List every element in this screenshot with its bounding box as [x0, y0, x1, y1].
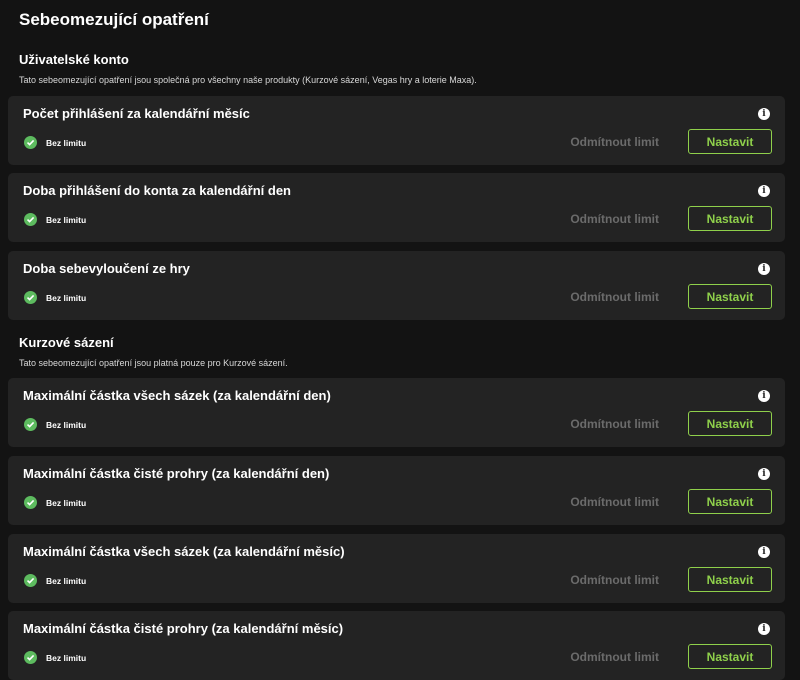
check-circle-icon — [24, 651, 37, 664]
limit-card-login-count: Počet přihlášení za kalendářní měsíc i B… — [8, 96, 785, 165]
limit-card-daily-stakes: Maximální částka všech sázek (za kalendá… — [8, 378, 785, 447]
set-limit-button[interactable]: Nastavit — [688, 644, 772, 669]
info-icon[interactable]: i — [758, 390, 770, 402]
decline-limit-link[interactable]: Odmítnout limit — [570, 135, 659, 149]
set-limit-button[interactable]: Nastavit — [688, 206, 772, 231]
set-limit-button[interactable]: Nastavit — [688, 284, 772, 309]
section-title-sports-betting: Kurzové sázení — [19, 335, 114, 350]
set-limit-button[interactable]: Nastavit — [688, 411, 772, 436]
card-title: Doba přihlášení do konta za kalendářní d… — [23, 183, 291, 198]
decline-limit-link[interactable]: Odmítnout limit — [570, 573, 659, 587]
limit-card-self-exclusion: Doba sebevyloučení ze hry i Bez limitu O… — [8, 251, 785, 320]
info-icon[interactable]: i — [758, 546, 770, 558]
info-icon[interactable]: i — [758, 263, 770, 275]
set-limit-button[interactable]: Nastavit — [688, 129, 772, 154]
status-row: Bez limitu — [24, 136, 86, 149]
status-label: Bez limitu — [46, 419, 87, 430]
set-limit-button[interactable]: Nastavit — [688, 567, 772, 592]
status-row: Bez limitu — [24, 496, 86, 509]
limit-card-login-duration: Doba přihlášení do konta za kalendářní d… — [8, 173, 785, 242]
status-label: Bez limitu — [46, 652, 87, 663]
decline-limit-link[interactable]: Odmítnout limit — [570, 290, 659, 304]
limit-card-monthly-stakes: Maximální částka všech sázek (za kalendá… — [8, 534, 785, 603]
set-limit-button[interactable]: Nastavit — [688, 489, 772, 514]
card-title: Počet přihlášení za kalendářní měsíc — [23, 106, 250, 121]
decline-limit-link[interactable]: Odmítnout limit — [570, 417, 659, 431]
limit-card-monthly-net-loss: Maximální částka čisté prohry (za kalend… — [8, 611, 785, 680]
page-title: Sebeomezující opatření — [19, 10, 209, 29]
info-icon[interactable]: i — [758, 108, 770, 120]
info-icon[interactable]: i — [758, 468, 770, 480]
check-circle-icon — [24, 574, 37, 587]
section-description-user-account: Tato sebeomezující opatření jsou společn… — [19, 75, 477, 85]
status-label: Bez limitu — [46, 292, 87, 303]
status-label: Bez limitu — [46, 497, 87, 508]
info-icon[interactable]: i — [758, 185, 770, 197]
status-row: Bez limitu — [24, 291, 86, 304]
status-row: Bez limitu — [24, 418, 86, 431]
card-title: Doba sebevyloučení ze hry — [23, 261, 190, 276]
limit-card-daily-net-loss: Maximální částka čisté prohry (za kalend… — [8, 456, 785, 525]
card-title: Maximální částka čisté prohry (za kalend… — [23, 621, 344, 636]
card-title: Maximální částka všech sázek (za kalendá… — [23, 388, 331, 403]
card-title: Maximální částka čisté prohry (za kalend… — [23, 466, 330, 481]
decline-limit-link[interactable]: Odmítnout limit — [570, 212, 659, 226]
check-circle-icon — [24, 213, 37, 226]
check-circle-icon — [24, 291, 37, 304]
check-circle-icon — [24, 136, 37, 149]
section-description-sports-betting: Tato sebeomezující opatření jsou platná … — [19, 358, 288, 368]
status-label: Bez limitu — [46, 575, 87, 586]
section-title-user-account: Uživatelské konto — [19, 52, 129, 67]
check-circle-icon — [24, 496, 37, 509]
card-title: Maximální částka všech sázek (za kalendá… — [23, 544, 345, 559]
info-icon[interactable]: i — [758, 623, 770, 635]
decline-limit-link[interactable]: Odmítnout limit — [570, 495, 659, 509]
decline-limit-link[interactable]: Odmítnout limit — [570, 650, 659, 664]
check-circle-icon — [24, 418, 37, 431]
status-label: Bez limitu — [46, 214, 87, 225]
status-label: Bez limitu — [46, 137, 87, 148]
status-row: Bez limitu — [24, 574, 86, 587]
status-row: Bez limitu — [24, 213, 86, 226]
status-row: Bez limitu — [24, 651, 86, 664]
